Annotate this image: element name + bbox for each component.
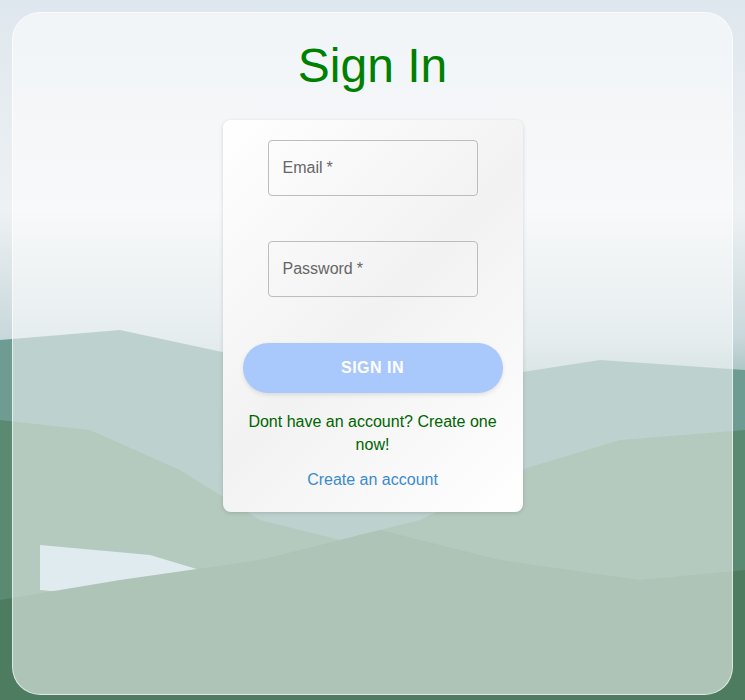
create-account-link[interactable]: Create an account [307,470,438,490]
frosted-panel: Sign In Email*Password* SIGN IN Dont hav… [12,12,733,695]
page: Sign In Email*Password* SIGN IN Dont hav… [0,0,745,700]
text-field[interactable]: Email* [268,140,478,196]
sign-in-card: Email*Password* SIGN IN Dont have an acc… [223,120,523,512]
field-label: Password [283,257,353,281]
required-mark: * [357,257,363,281]
text-field[interactable]: Password* [268,241,478,297]
required-mark: * [327,156,333,180]
page-title: Sign In [298,38,447,94]
field-label: Email [283,156,323,180]
signup-prompt: Dont have an account? Create one now! [243,410,503,456]
sign-in-button[interactable]: SIGN IN [243,343,503,393]
